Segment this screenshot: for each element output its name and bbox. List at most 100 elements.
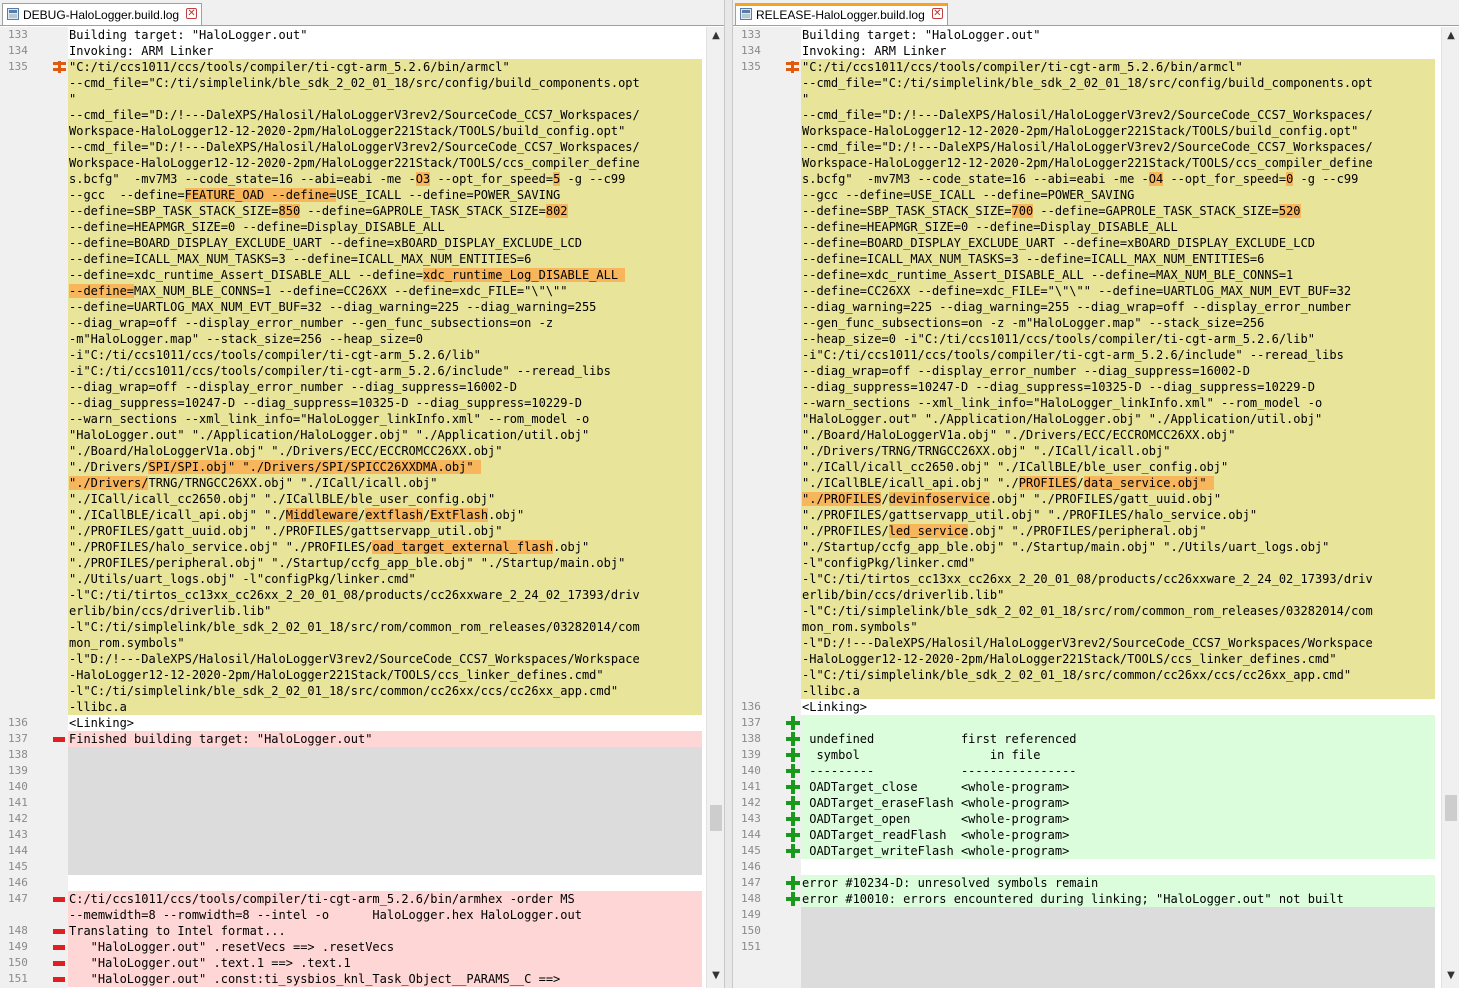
diff-line[interactable]: 141 bbox=[0, 795, 702, 811]
scroll-up-arrow[interactable]: ▲ bbox=[1446, 31, 1456, 41]
diff-line[interactable]: 138 undefined first referenced bbox=[733, 731, 1435, 747]
diff-line[interactable]: -l"C:/ti/simplelink/ble_sdk_2_02_01_18/s… bbox=[733, 603, 1435, 619]
diff-line[interactable]: "HaloLogger.out" "./Application/HaloLogg… bbox=[733, 411, 1435, 427]
diff-line[interactable]: --warn_sections --xml_link_info="HaloLog… bbox=[733, 395, 1435, 411]
diff-line[interactable]: --diag_warning=225 --diag_warning=255 --… bbox=[733, 299, 1435, 315]
diff-line[interactable]: 138 bbox=[0, 747, 702, 763]
diff-line[interactable]: mon_rom.symbols" bbox=[0, 635, 702, 651]
diff-line[interactable]: -l"configPkg/linker.cmd" bbox=[733, 555, 1435, 571]
diff-line[interactable]: -HaloLogger12-12-2020-2pm/HaloLogger221S… bbox=[0, 667, 702, 683]
diff-line[interactable]: 143 bbox=[0, 827, 702, 843]
diff-line[interactable]: 147 C:/ti/ccs1011/ccs/tools/compiler/ti-c… bbox=[0, 891, 702, 907]
diff-line[interactable]: "./PROFILES/gatt_uuid.obj" "./PROFILES/g… bbox=[0, 523, 702, 539]
diff-line[interactable]: --define=CC26XX --define=xdc_FILE="\"\""… bbox=[733, 283, 1435, 299]
diff-line[interactable]: Workspace-HaloLogger12-12-2020-2pm/HaloL… bbox=[0, 123, 702, 139]
diff-line[interactable]: -llibc.a bbox=[0, 699, 702, 715]
diff-line[interactable]: 144 bbox=[0, 843, 702, 859]
diff-line[interactable]: 134 Invoking: ARM Linker bbox=[733, 43, 1435, 59]
diff-line[interactable]: 149 "HaloLogger.out" .resetVecs ==> .res… bbox=[0, 939, 702, 955]
diff-line[interactable]: -i"C:/ti/ccs1011/ccs/tools/compiler/ti-c… bbox=[733, 347, 1435, 363]
diff-line[interactable]: -llibc.a bbox=[733, 683, 1435, 699]
diff-line[interactable]: --diag_suppress=10247-D --diag_suppress=… bbox=[0, 395, 702, 411]
diff-line[interactable]: 148 error #10010: errors encountered duri… bbox=[733, 891, 1435, 907]
diff-line[interactable]: -l"C:/ti/simplelink/ble_sdk_2_02_01_18/s… bbox=[733, 667, 1435, 683]
diff-line[interactable]: 135 "C:/ti/ccs1011/ccs/tools/compiler/ti-… bbox=[733, 59, 1435, 75]
diff-line[interactable]: 144 OADTarget_readFlash <whole-program> bbox=[733, 827, 1435, 843]
scrollbar-thumb[interactable] bbox=[710, 805, 722, 831]
diff-line[interactable]: --cmd_file="D:/!---DaleXPS/Halosil/HaloL… bbox=[0, 139, 702, 155]
diff-line[interactable]: 146 bbox=[0, 875, 702, 891]
diff-line[interactable]: --define=HEAPMGR_SIZE=0 --define=Display… bbox=[0, 219, 702, 235]
diff-line[interactable]: --define=SBP_TASK_STACK_SIZE=700 --defin… bbox=[733, 203, 1435, 219]
diff-line[interactable]: 140 bbox=[0, 779, 702, 795]
diff-line[interactable]: "./Startup/ccfg_app_ble.obj" "./Startup/… bbox=[733, 539, 1435, 555]
diff-line[interactable]: "./PROFILES/gattservapp_util.obj" "./PRO… bbox=[733, 507, 1435, 523]
scroll-up-arrow[interactable]: ▲ bbox=[711, 31, 721, 41]
diff-line[interactable]: --define=UARTLOG_MAX_NUM_EVT_BUF=32 --di… bbox=[0, 299, 702, 315]
diff-line[interactable]: --define=xdc_runtime_Assert_DISABLE_ALL … bbox=[733, 267, 1435, 283]
close-icon[interactable]: ✕ bbox=[931, 8, 943, 19]
diff-line[interactable]: --define=BOARD_DISPLAY_EXCLUDE_UART --de… bbox=[733, 235, 1435, 251]
vertical-scrollbar[interactable]: ▲ ▼ bbox=[1441, 27, 1459, 988]
pane-splitter[interactable] bbox=[724, 0, 733, 988]
diff-line[interactable]: --define=HEAPMGR_SIZE=0 --define=Display… bbox=[733, 219, 1435, 235]
diff-text-area[interactable]: 133 Building target: "HaloLogger.out" 134 I… bbox=[733, 27, 1435, 988]
diff-line[interactable]: -l"C:/ti/simplelink/ble_sdk_2_02_01_18/s… bbox=[0, 683, 702, 699]
diff-line[interactable]: 136 <Linking> bbox=[733, 699, 1435, 715]
tab-debug-log[interactable]: DEBUG-HaloLogger.build.log ✕ bbox=[2, 3, 203, 25]
diff-line[interactable]: 142 OADTarget_eraseFlash <whole-program> bbox=[733, 795, 1435, 811]
diff-line[interactable]: 145 bbox=[0, 859, 702, 875]
diff-line[interactable]: "./Board/HaloLoggerV1a.obj" "./Drivers/E… bbox=[0, 443, 702, 459]
diff-line[interactable] bbox=[733, 955, 1435, 971]
diff-line[interactable]: erlib/bin/ccs/driverlib.lib" bbox=[733, 587, 1435, 603]
diff-line[interactable]: "./Drivers/SPI/SPI.obj" "./Drivers/SPI/S… bbox=[0, 459, 702, 475]
diff-line[interactable]: --heap_size=0 -i"C:/ti/ccs1011/ccs/tools… bbox=[733, 331, 1435, 347]
diff-line[interactable]: --cmd_file="D:/!---DaleXPS/Halosil/HaloL… bbox=[733, 139, 1435, 155]
diff-line[interactable]: 142 bbox=[0, 811, 702, 827]
diff-line[interactable]: 150 bbox=[733, 923, 1435, 939]
diff-line[interactable]: -l"C:/ti/tirtos_cc13xx_cc26xx_2_20_01_08… bbox=[733, 571, 1435, 587]
diff-line[interactable]: -m"HaloLogger.map" --stack_size=256 --he… bbox=[0, 331, 702, 347]
diff-line[interactable]: -i"C:/ti/ccs1011/ccs/tools/compiler/ti-c… bbox=[0, 363, 702, 379]
diff-line[interactable]: 147 error #10234-D: unresolved symbols re… bbox=[733, 875, 1435, 891]
diff-line[interactable]: 143 OADTarget_open <whole-program> bbox=[733, 811, 1435, 827]
diff-line[interactable]: Workspace-HaloLogger12-12-2020-2pm/HaloL… bbox=[0, 155, 702, 171]
left-diff-pane[interactable]: DEBUG-HaloLogger.build.log ✕ 133 Building… bbox=[0, 0, 724, 988]
vertical-scrollbar[interactable]: ▲ ▼ bbox=[706, 27, 724, 988]
diff-line[interactable]: -l"C:/ti/tirtos_cc13xx_cc26xx_2_20_01_08… bbox=[0, 587, 702, 603]
diff-line[interactable]: --cmd_file="D:/!---DaleXPS/Halosil/HaloL… bbox=[733, 107, 1435, 123]
diff-line[interactable]: --diag_wrap=off --display_error_number -… bbox=[0, 379, 702, 395]
diff-line[interactable]: --diag_suppress=10247-D --diag_suppress=… bbox=[733, 379, 1435, 395]
diff-line[interactable]: 134 Invoking: ARM Linker bbox=[0, 43, 702, 59]
diff-line[interactable]: "./Board/HaloLoggerV1a.obj" "./Drivers/E… bbox=[733, 427, 1435, 443]
diff-line[interactable]: 140 --------- ---------------- bbox=[733, 763, 1435, 779]
scroll-down-arrow[interactable]: ▼ bbox=[1446, 971, 1456, 981]
diff-line[interactable]: "./ICallBLE/icall_api.obj" "./PROFILES/d… bbox=[733, 475, 1435, 491]
diff-line[interactable]: --diag_wrap=off --display_error_number -… bbox=[0, 315, 702, 331]
diff-line[interactable]: "./ICall/icall_cc2650.obj" "./ICallBLE/b… bbox=[0, 491, 702, 507]
diff-line[interactable]: "./PROFILES/led_service.obj" "./PROFILES… bbox=[733, 523, 1435, 539]
diff-line[interactable] bbox=[733, 971, 1435, 987]
diff-line[interactable]: "./ICallBLE/icall_api.obj" "./Middleware… bbox=[0, 507, 702, 523]
diff-line[interactable]: "./PROFILES/halo_service.obj" "./PROFILE… bbox=[0, 539, 702, 555]
diff-line[interactable]: "HaloLogger.out" "./Application/HaloLogg… bbox=[0, 427, 702, 443]
diff-line[interactable]: 136 <Linking> bbox=[0, 715, 702, 731]
diff-line[interactable]: "./Drivers/TRNG/TRNGCC26XX.obj" "./ICall… bbox=[733, 443, 1435, 459]
diff-line[interactable]: 133 Building target: "HaloLogger.out" bbox=[0, 27, 702, 43]
diff-line[interactable]: "./Drivers/TRNG/TRNGCC26XX.obj" "./ICall… bbox=[0, 475, 702, 491]
diff-line[interactable]: 135 "C:/ti/ccs1011/ccs/tools/compiler/ti-… bbox=[0, 59, 702, 75]
diff-line[interactable]: --define=ICALL_MAX_NUM_TASKS=3 --define=… bbox=[0, 251, 702, 267]
diff-line[interactable]: 137 bbox=[733, 715, 1435, 731]
diff-line[interactable]: 133 Building target: "HaloLogger.out" bbox=[733, 27, 1435, 43]
diff-text-area[interactable]: 133 Building target: "HaloLogger.out" 134 I… bbox=[0, 27, 702, 987]
diff-line[interactable]: 139 symbol in file bbox=[733, 747, 1435, 763]
diff-line[interactable]: 141 OADTarget_close <whole-program> bbox=[733, 779, 1435, 795]
diff-line[interactable]: 151 bbox=[733, 939, 1435, 955]
diff-line[interactable]: --gen_func_subsections=on -z -m"HaloLogg… bbox=[733, 315, 1435, 331]
diff-line[interactable]: 145 OADTarget_writeFlash <whole-program> bbox=[733, 843, 1435, 859]
diff-line[interactable]: --define=SBP_TASK_STACK_SIZE=850 --defin… bbox=[0, 203, 702, 219]
diff-line[interactable]: --cmd_file="D:/!---DaleXPS/Halosil/HaloL… bbox=[0, 107, 702, 123]
diff-line[interactable]: "./PROFILES/peripheral.obj" "./Startup/c… bbox=[0, 555, 702, 571]
diff-line[interactable]: --cmd_file="C:/ti/simplelink/ble_sdk_2_0… bbox=[0, 75, 702, 91]
diff-line[interactable]: -HaloLogger12-12-2020-2pm/HaloLogger221S… bbox=[733, 651, 1435, 667]
